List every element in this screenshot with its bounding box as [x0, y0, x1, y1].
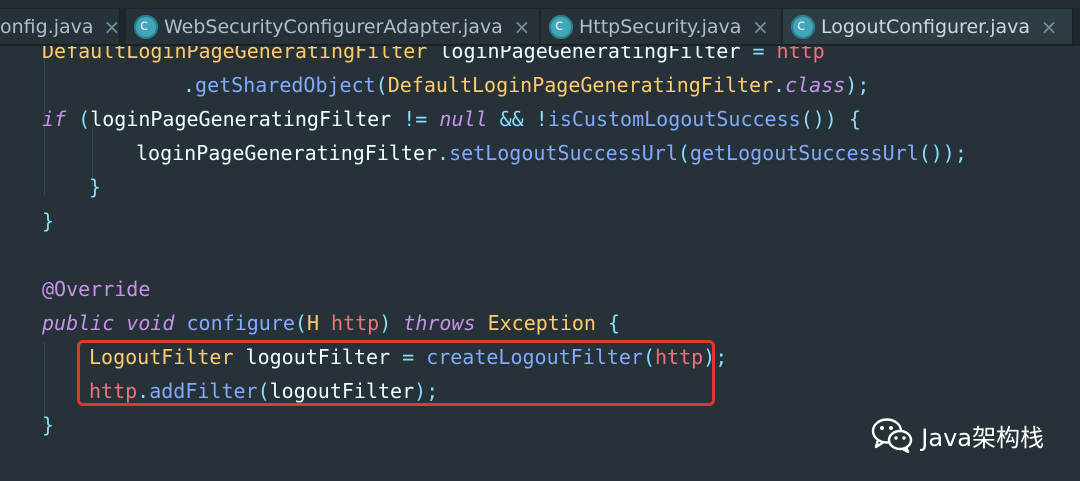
tab-bar-overflow-strip — [0, 0, 1080, 8]
tab-label: HttpSecurity.java — [579, 15, 742, 38]
editor-tab-bar: onfig.java × WebSecurityConfigurerAdapte… — [0, 0, 1080, 46]
code-line: public void configure(H http) throws Exc… — [42, 311, 621, 335]
java-class-icon — [549, 14, 573, 39]
code-editor[interactable]: DefaultLoginPageGeneratingFilter loginPa… — [0, 46, 1080, 481]
wechat-icon — [872, 418, 913, 453]
java-class-icon — [791, 14, 815, 39]
watermark-text: Java架构栈 — [921, 423, 1044, 452]
code-line: } — [42, 209, 55, 233]
code-line: DefaultLoginPageGeneratingFilter loginPa… — [42, 46, 825, 63]
close-icon[interactable]: × — [513, 15, 531, 39]
tab-logoutconfigurer-java[interactable]: LogoutConfigurer.java × — [783, 9, 1073, 44]
close-icon[interactable]: × — [104, 15, 121, 39]
code-line: if (loginPageGeneratingFilter != null &&… — [42, 107, 861, 131]
tab-label: WebSecurityConfigurerAdapter.java — [164, 15, 503, 38]
tab-httpsecurity-java[interactable]: HttpSecurity.java × — [541, 9, 782, 44]
java-class-icon — [134, 14, 158, 39]
tab-config-java[interactable]: onfig.java × — [0, 9, 120, 44]
highlight-box — [77, 340, 715, 406]
tab-websecurityconfigureradapter-java[interactable]: WebSecurityConfigurerAdapter.java × — [126, 9, 540, 44]
code-line: @Override — [42, 277, 151, 301]
code-line: loginPageGeneratingFilter.setLogoutSucce… — [136, 141, 967, 165]
close-icon[interactable]: × — [1040, 15, 1058, 39]
tab-label: onfig.java — [0, 15, 94, 38]
watermark: Java架构栈 — [871, 417, 1044, 453]
code-line: } — [42, 413, 55, 437]
tab-label: LogoutConfigurer.java — [821, 15, 1031, 38]
close-icon[interactable]: × — [751, 15, 769, 39]
code-line: } — [89, 175, 102, 199]
code-line: .getSharedObject(DefaultLoginPageGenerat… — [183, 73, 870, 97]
